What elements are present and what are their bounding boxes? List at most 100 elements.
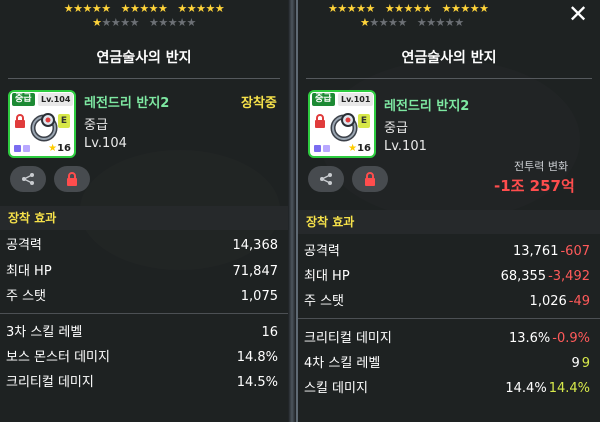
stat-row: 주 스탯 1,075 <box>0 286 288 308</box>
potential-square <box>14 145 21 152</box>
item-tooltip-compare: ★★★★★ ★★★★★ ★★★★★ ★★★★★ ★★★★★ ✕ 연금술사의 반지… <box>296 0 600 422</box>
stat-value: 14,368 <box>232 238 279 253</box>
potential-square <box>23 145 30 152</box>
section-equip-effect: 장착 효과 <box>298 210 600 234</box>
stat-value: 9 <box>571 356 580 371</box>
stat-row: 최대 HP 68,355 -3,492 <box>298 266 600 288</box>
item-name: 레전드리 반지2 <box>84 96 170 111</box>
item-name: 레전드리 반지2 <box>384 99 470 114</box>
star-force-row-2: ★★★★★ ★★★★★ <box>298 17 600 29</box>
stat-label: 최대 HP <box>304 269 350 284</box>
divider <box>298 318 600 319</box>
item-icon: 중급 Lv.104 E ★16 <box>8 90 76 158</box>
item-level: Lv.101 <box>384 139 427 154</box>
stat-value: 68,355 <box>500 269 547 284</box>
level-tag: Lv.104 <box>38 93 74 106</box>
star-group: ★★★★★ <box>441 2 489 15</box>
stat-value: 14.8% <box>236 350 278 365</box>
stat-label: 크리티컬 데미지 <box>304 331 392 346</box>
star-group: ★★★★★ <box>328 2 375 15</box>
grade-tag: 중급 <box>12 93 35 106</box>
star-group: ★★★★★ <box>63 2 111 15</box>
lock-icon <box>365 172 375 186</box>
star-group: ★★★★★ <box>177 2 225 15</box>
divider <box>8 78 280 79</box>
stat-label: 주 스탯 <box>304 294 345 309</box>
stat-row: 4차 스킬 레벨 9 9 <box>298 353 600 375</box>
stat-row: 3차 스킬 레벨 16 <box>0 322 288 344</box>
star-group: ★★★★★ <box>416 16 464 29</box>
e-badge: E <box>358 114 370 128</box>
divider <box>0 313 288 314</box>
lock-icon <box>315 114 325 128</box>
stat-label: 보스 몬스터 데미지 <box>6 350 110 365</box>
star-group: ★★★★★ <box>92 17 139 29</box>
item-grade: 중급 <box>384 121 408 136</box>
star-force-row-1: ★★★★★ ★★★★★ ★★★★★ <box>0 3 288 15</box>
star-group: ★★★★★ <box>149 16 196 29</box>
stat-value: 71,847 <box>232 264 279 279</box>
stat-diff: 9 <box>581 356 590 371</box>
stat-value: 14.4% <box>505 381 547 396</box>
star-force-row-2: ★★★★★ ★★★★★ <box>0 17 288 29</box>
star-level: ★16 <box>348 143 371 155</box>
stat-label: 3차 스킬 레벨 <box>6 325 83 340</box>
share-button[interactable] <box>10 166 46 192</box>
stat-row: 보스 몬스터 데미지 14.8% <box>0 347 288 369</box>
stat-row: 크리티컬 데미지 13.6% -0.9% <box>298 328 600 350</box>
star-level: ★16 <box>48 143 71 155</box>
lock-icon <box>67 172 77 186</box>
stat-diff: -0.9% <box>552 331 590 346</box>
item-level: Lv.104 <box>84 136 127 151</box>
stat-value: 14.5% <box>236 375 278 390</box>
stat-label: 최대 HP <box>6 264 52 279</box>
stat-row: 최대 HP 71,847 <box>0 261 288 283</box>
stat-diff: 14.4% <box>548 381 590 396</box>
stat-row: 공격력 14,368 <box>0 235 288 257</box>
potential-square <box>314 145 321 152</box>
item-tooltip-equipped: ★★★★★ ★★★★★ ★★★★★ ★★★★★ ★★★★★ 연금술사의 반지 중… <box>0 0 288 422</box>
power-change-label: 전투력 변화 <box>514 160 569 173</box>
stat-label: 주 스탯 <box>6 289 47 304</box>
share-button[interactable] <box>308 166 344 192</box>
star-off-icon: ★★★★ <box>101 16 140 29</box>
panel-separator <box>288 0 296 422</box>
star-group: ★★★★★ <box>384 2 432 15</box>
lock-icon <box>15 114 25 128</box>
stat-row: 스킬 데미지 14.4% 14.4% <box>298 378 600 400</box>
e-badge: E <box>58 114 70 128</box>
ring-icon <box>30 113 58 142</box>
stat-label: 공격력 <box>304 244 340 259</box>
stat-label: 스킬 데미지 <box>304 381 368 396</box>
lock-button[interactable] <box>54 166 90 192</box>
item-grade: 중급 <box>84 118 108 133</box>
star-force-row-1: ★★★★★ ★★★★★ ★★★★★ <box>298 3 600 15</box>
lock-button[interactable] <box>352 166 388 192</box>
item-icon: 중급 Lv.101 E ★16 <box>308 90 376 158</box>
close-icon: ✕ <box>567 0 589 28</box>
stat-diff: -607 <box>560 244 590 259</box>
ring-icon <box>330 113 358 142</box>
level-tag: Lv.101 <box>338 93 374 106</box>
star-level-value: 16 <box>57 143 71 154</box>
stat-label: 크리티컬 데미지 <box>6 375 94 390</box>
stat-diff: -49 <box>568 294 590 309</box>
stat-row: 크리티컬 데미지 14.5% <box>0 372 288 394</box>
star-icon: ★ <box>348 143 358 154</box>
item-title: 연금술사의 반지 <box>96 50 192 66</box>
stat-row: 공격력 13,761 -607 <box>298 241 600 263</box>
close-button[interactable]: ✕ <box>566 0 590 28</box>
stat-label: 4차 스킬 레벨 <box>304 356 381 371</box>
star-group: ★★★★★ <box>360 17 407 29</box>
star-group: ★★★★★ <box>120 2 168 15</box>
equipped-label: 장착중 <box>241 96 277 111</box>
stat-value: 1,075 <box>240 289 278 304</box>
share-icon <box>22 173 34 185</box>
stat-value: 16 <box>261 325 278 340</box>
stat-label: 공격력 <box>6 238 42 253</box>
stat-value: 1,026 <box>529 294 567 309</box>
power-change-value: -1조 257억 <box>494 177 575 195</box>
stat-value: 13,761 <box>512 244 559 259</box>
section-equip-effect: 장착 효과 <box>0 206 288 230</box>
star-on-icon: ★ <box>360 16 370 29</box>
